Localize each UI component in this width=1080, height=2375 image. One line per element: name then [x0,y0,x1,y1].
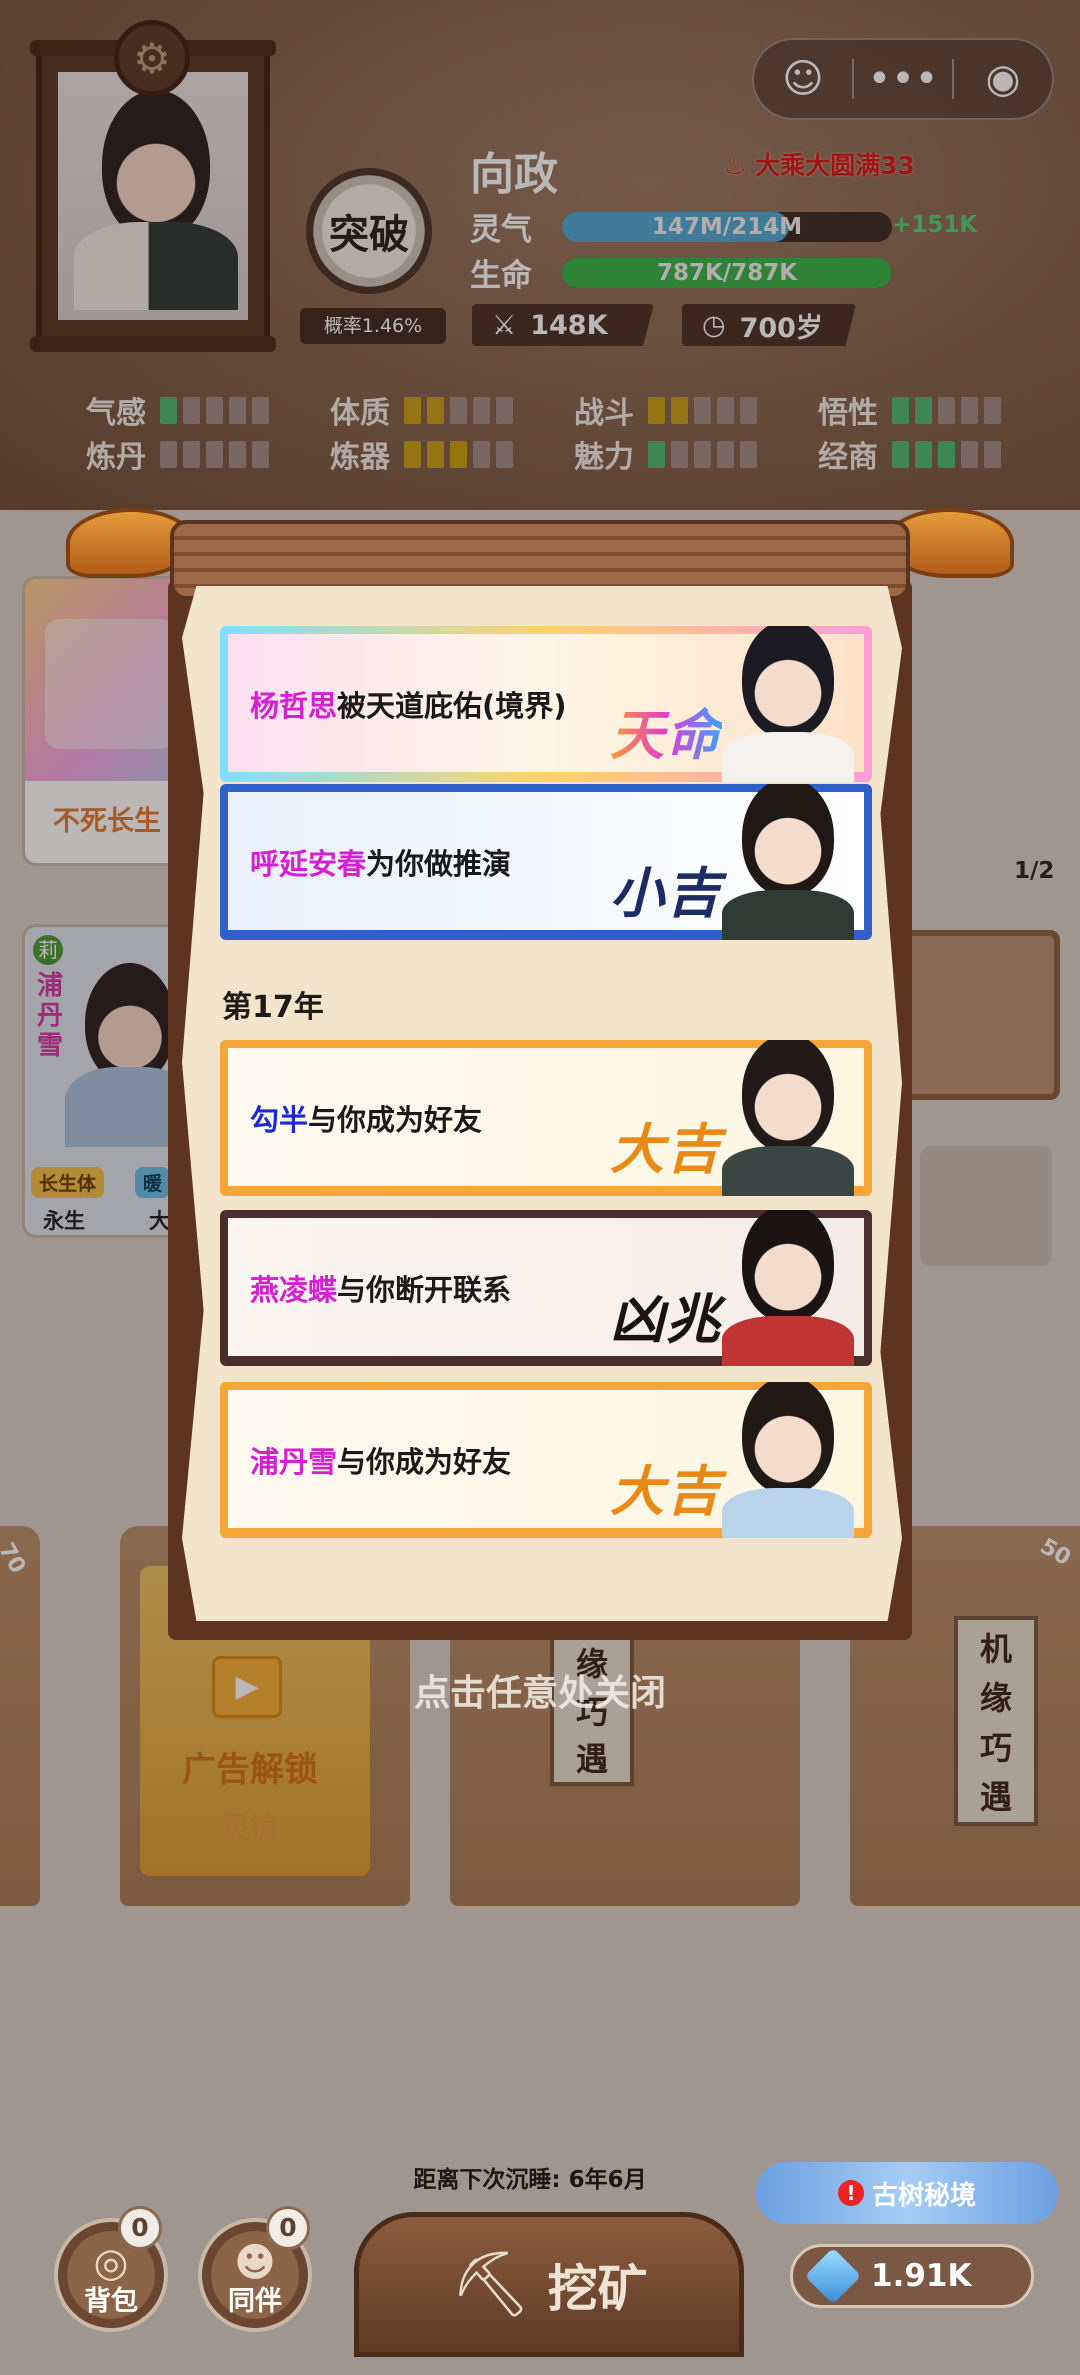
event-description: 为你做推演 [366,847,512,881]
crystal-icon [804,2247,862,2305]
pickaxe-icon: ⛏ [450,2248,532,2322]
npc-name[interactable]: 燕凌蝶 [250,1267,337,1309]
event-text: 杨哲思 被天道庇佑(境界) [250,626,567,782]
npc-portrait [712,1040,862,1196]
event-card[interactable]: 浦丹雪 与你成为好友 大吉 [220,1382,872,1538]
mine-label: 挖矿 [547,2258,648,2318]
event-card[interactable]: 杨哲思 被天道庇佑(境界) 天命 [220,626,872,782]
event-text: 浦丹雪 与你成为好友 [250,1382,511,1538]
npc-portrait [712,1210,862,1366]
close-hint[interactable]: 点击任意处关闭 [0,1664,1080,1716]
npc-head [742,626,834,738]
event-text: 燕凌蝶 与你断开联系 [250,1210,511,1366]
npc-robe [722,732,854,782]
event-card[interactable]: 呼延安春 为你做推演 小吉 [220,784,872,940]
alert-icon: ! [837,2180,864,2206]
npc-name[interactable]: 勾半 [250,1097,308,1139]
mine-button[interactable]: ⛏ 挖矿 [354,2212,744,2357]
event-text: 呼延安春 为你做推演 [250,784,511,940]
fortune-stamp: 小吉 [610,861,722,925]
npc-portrait [712,784,862,940]
bag-count-badge: 0 [118,2206,162,2250]
companion-count-badge: 0 [266,2206,310,2250]
event-description: 与你断开联系 [337,1273,512,1307]
event-card[interactable]: 勾半 与你成为好友 大吉 [220,1040,872,1196]
fortune-stamp: 大吉 [610,1459,722,1523]
npc-robe [722,1488,854,1538]
npc-robe [722,1316,854,1366]
event-text: 勾半 与你成为好友 [250,1040,482,1196]
npc-name[interactable]: 浦丹雪 [250,1439,337,1481]
crystal-currency[interactable]: 1.91K [790,2244,1034,2308]
npc-portrait [712,626,862,782]
fortune-stamp: 天命 [610,691,722,770]
fortune-stamp: 大吉 [610,1117,722,1181]
npc-robe [722,1146,854,1196]
ancient-tree-realm-button[interactable]: ! 古树秘境 [756,2162,1058,2224]
npc-head [742,1040,834,1152]
npc-head [742,1210,834,1322]
event-card[interactable]: 燕凌蝶 与你断开联系 凶兆 [220,1210,872,1366]
ancient-tree-label: 古树秘境 [871,2180,976,2211]
crystal-amount: 1.91K [871,2258,972,2294]
event-description: 与你成为好友 [337,1445,512,1479]
npc-portrait [712,1382,862,1538]
npc-robe [722,890,854,940]
year-heading: 第17年 [222,990,324,1025]
npc-head [742,784,834,896]
companion-label: 同伴 [228,2286,282,2317]
event-description: 被天道庇佑(境界) [337,689,567,723]
fortune-stamp: 凶兆 [610,1287,722,1351]
npc-head [742,1382,834,1494]
event-description: 与你成为好友 [308,1103,483,1137]
bag-label: 背包 [84,2286,138,2317]
npc-name[interactable]: 杨哲思 [250,683,337,725]
npc-name[interactable]: 呼延安春 [250,841,366,883]
